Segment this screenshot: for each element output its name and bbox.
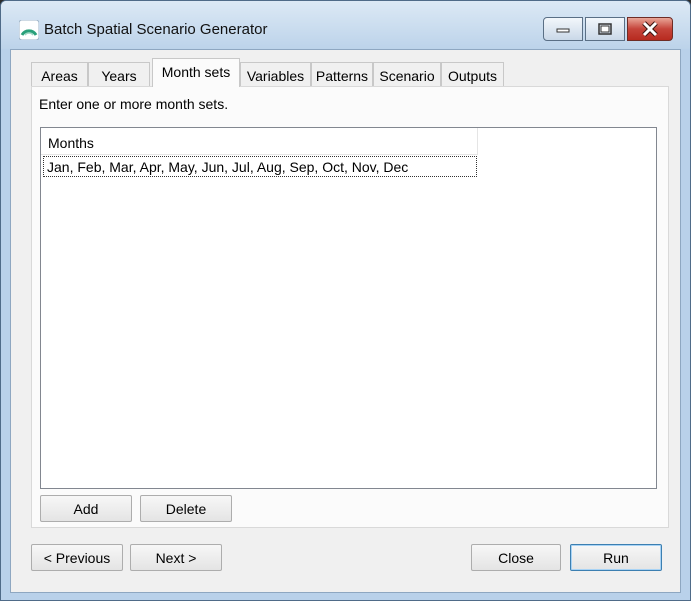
dialog-client-area: Areas Years Month sets Variables Pattern… [10,49,681,593]
month-sets-panel: Enter one or more month sets. Months Jan… [31,86,669,528]
tab-month-sets[interactable]: Month sets [152,58,240,87]
tab-label: Variables [246,68,305,84]
add-button[interactable]: Add [40,495,132,522]
close-button[interactable]: Close [471,544,561,571]
tab-label: Month sets [161,64,231,80]
minimize-icon [556,28,570,33]
delete-button[interactable]: Delete [140,495,232,522]
run-button[interactable]: Run [570,544,662,571]
tab-scenario[interactable]: Scenario [373,62,441,86]
close-icon [642,21,658,37]
tab-areas[interactable]: Areas [31,62,88,86]
dialog-window: Batch Spatial Scenario Generator Areas Y… [0,0,691,601]
tab-outputs[interactable]: Outputs [441,62,504,86]
instruction-text: Enter one or more month sets. [39,96,229,112]
maximize-icon [598,23,612,35]
tab-label: Scenario [379,68,435,84]
tab-label: Outputs [447,68,498,84]
tab-years[interactable]: Years [88,62,150,86]
tab-label: Patterns [315,68,369,84]
tab-patterns[interactable]: Patterns [311,62,373,86]
tab-label: Years [101,68,137,84]
title-bar[interactable]: Batch Spatial Scenario Generator [1,1,690,49]
arc-logo-icon [19,20,39,40]
next-button[interactable]: Next > [130,544,222,571]
month-sets-grid[interactable]: Months Jan, Feb, Mar, Apr, May, Jun, Jul… [40,127,657,489]
tab-variables[interactable]: Variables [240,62,311,86]
minimize-button[interactable] [543,17,583,41]
column-header-months[interactable]: Months [41,128,478,155]
previous-button[interactable]: < Previous [31,544,123,571]
maximize-button[interactable] [585,17,625,41]
tab-label: Areas [41,68,78,84]
close-window-button[interactable] [627,17,673,41]
grid-row[interactable]: Jan, Feb, Mar, Apr, May, Jun, Jul, Aug, … [43,156,477,177]
window-title: Batch Spatial Scenario Generator [44,21,268,38]
